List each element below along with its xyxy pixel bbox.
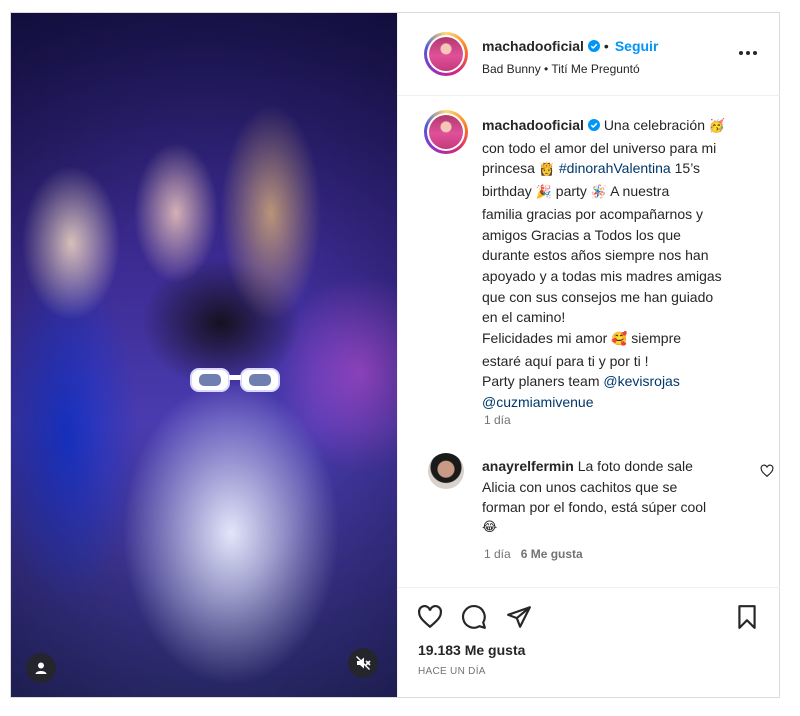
mention-link[interactable]: @kevisrojas — [603, 373, 679, 389]
caption-line: machadooficial Una celebración 🥳 — [482, 115, 762, 138]
author-line: machadooficial • Seguir — [482, 38, 658, 56]
verified-badge-icon — [587, 119, 600, 131]
likes-count[interactable]: 19.183 Me gusta — [418, 642, 525, 658]
tagged-users-button[interactable] — [26, 653, 56, 683]
caption-text: 15’s — [670, 160, 701, 177]
comment-line: forman por el fondo, está súper cool — [482, 499, 707, 516]
post-date[interactable]: HACE UN DÍA — [418, 666, 486, 677]
share-icon[interactable] — [506, 604, 532, 630]
caption-line: durante estos años siempre nos han — [482, 247, 709, 264]
caption-line: birthday 🎉 party 🪅 A nuestra — [482, 181, 762, 204]
commenter-username[interactable]: anayrelfermin — [482, 458, 574, 474]
comment-line: Alicia con unos cachitos que se — [482, 478, 678, 495]
photo-vignette — [11, 13, 397, 697]
follow-button[interactable]: Seguir — [615, 38, 659, 54]
party-face-emoji: 🥳 — [708, 119, 726, 134]
caption-text: Felicidades mi amor — [482, 330, 612, 347]
caption-text: A nuestra — [606, 183, 670, 200]
mention-link[interactable]: @cuzmiamivenue — [482, 394, 593, 410]
comment-like-icon[interactable] — [760, 464, 774, 478]
separator-dot: • — [603, 38, 609, 54]
heart-icon[interactable] — [417, 604, 443, 630]
caption-text: siempre — [627, 330, 682, 347]
more-options-icon[interactable] — [736, 43, 760, 63]
caption-line: amigos Gracias a Todos los que — [482, 226, 681, 243]
caption-text: Party planers team — [482, 373, 604, 390]
caption-text: birthday — [482, 183, 536, 200]
comment-line: anayrelfermin La foto donde sale — [482, 456, 752, 477]
comment-meta: 1 día 6 Me gusta — [484, 547, 583, 561]
sunglasses-detail — [190, 368, 280, 392]
caption-text: princesa — [482, 160, 539, 177]
comment-timestamp[interactable]: 1 día — [484, 547, 511, 561]
caption-line: Felicidades mi amor 🥰 siempre — [482, 328, 762, 351]
post-details-panel: machadooficial • Seguir Bad Bunny • Tití M… — [397, 13, 780, 697]
caption-text: party — [551, 183, 591, 200]
avatar-image — [429, 115, 463, 149]
hashtag-link[interactable]: #dinorahValentina — [559, 160, 671, 176]
post-caption: machadooficial Una celebración 🥳 con tod… — [482, 115, 762, 413]
caption-line: @cuzmiamivenue — [482, 392, 762, 413]
mute-button[interactable] — [348, 648, 378, 678]
bookmark-icon[interactable] — [734, 604, 760, 630]
user-tag-icon — [35, 662, 47, 674]
caption-line: estaré aquí para ti y por ti ! — [482, 352, 649, 369]
caption-line: princesa 👸 #dinorahValentina 15’s — [482, 158, 762, 181]
princess-emoji: 👸 — [538, 162, 555, 178]
comment-icon[interactable] — [461, 604, 487, 630]
verified-badge-icon — [587, 40, 600, 52]
comment-text: La foto donde sale — [577, 458, 693, 474]
avatar-image — [429, 37, 463, 71]
post-photo[interactable] — [11, 13, 397, 697]
comment-likes[interactable]: 6 Me gusta — [521, 547, 583, 561]
post-modal: machadooficial • Seguir Bad Bunny • Tití M… — [10, 12, 780, 698]
caption-line: familia gracias por acompañarnos y — [482, 205, 703, 222]
pinata-emoji: 🪅 — [590, 185, 607, 201]
caption-line: en el camino! — [482, 309, 566, 326]
caption-line: con todo el amor del universo para mi — [482, 139, 717, 156]
comment: anayrelfermin La foto donde sale Alicia … — [482, 456, 752, 539]
caption-text: Una celebración — [603, 117, 709, 133]
audio-link[interactable]: Bad Bunny • Tití Me Preguntó — [482, 62, 640, 76]
caption-line: que con sus consejos me han guiado — [482, 288, 714, 305]
post-header: machadooficial • Seguir Bad Bunny • Tití M… — [398, 13, 780, 96]
caption-line: Party planers team @kevisrojas — [482, 371, 762, 392]
caption-username[interactable]: machadooficial — [482, 117, 584, 133]
mute-icon — [356, 656, 371, 670]
caption-avatar[interactable] — [424, 110, 468, 154]
party-popper-emoji: 🎉 — [535, 185, 552, 201]
smiling-hearts-emoji: 🥰 — [611, 332, 628, 348]
post-actions: 19.183 Me gusta HACE UN DÍA — [398, 587, 780, 698]
laughing-emoji: 😂 — [482, 520, 498, 536]
caption-timestamp[interactable]: 1 día — [484, 413, 511, 427]
author-username[interactable]: machadooficial — [482, 38, 584, 54]
commenter-avatar[interactable] — [428, 453, 464, 489]
caption-line: apoyado y a todas mis madres amigas — [482, 267, 722, 284]
author-avatar[interactable] — [424, 32, 468, 76]
